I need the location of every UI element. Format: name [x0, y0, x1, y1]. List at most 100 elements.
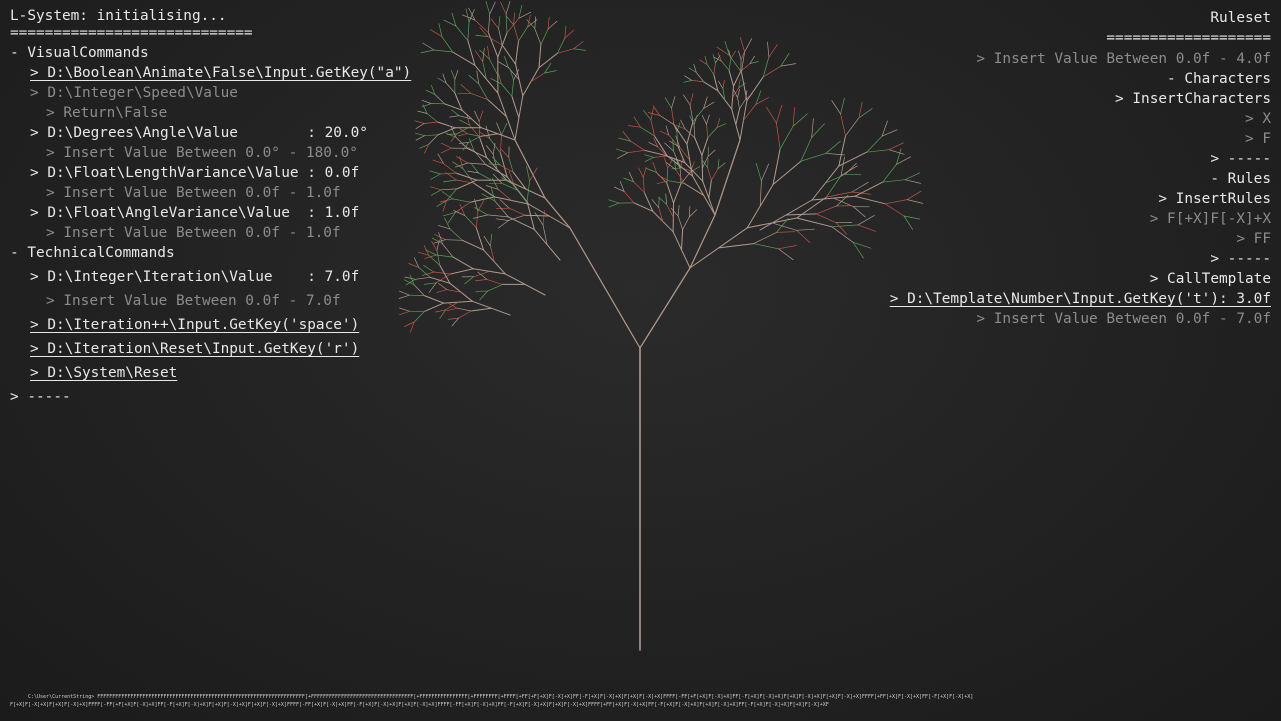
- branch-segment: [495, 218, 509, 221]
- branch-segment: [796, 229, 811, 243]
- branch-segment: [456, 156, 469, 164]
- branch-segment: [440, 172, 457, 175]
- branch-segment: [487, 32, 499, 58]
- branch-segment: [712, 54, 716, 64]
- branch-segment: [720, 60, 730, 71]
- branch-segment: [423, 295, 445, 304]
- branch-segment: [513, 24, 519, 42]
- branch-segment: [458, 142, 469, 144]
- branch-segment: [506, 17, 520, 34]
- branch-segment: [509, 68, 514, 81]
- branch-segment: [487, 36, 503, 46]
- branch-segment: [665, 193, 668, 205]
- branch-segment: [684, 183, 705, 196]
- cmd-iteration-value[interactable]: > D:\Integer\Iteration\Value : 7.0f: [30, 268, 359, 286]
- branch-segment: [623, 191, 635, 204]
- branch-segment: [421, 271, 435, 276]
- branch-segment: [498, 220, 509, 229]
- branch-segment: [688, 209, 698, 218]
- branch-segment: [494, 200, 509, 218]
- branch-segment: [547, 16, 550, 30]
- branch-segment: [677, 215, 683, 231]
- ruleset-title: Ruleset: [1210, 10, 1271, 26]
- branch-segment: [831, 224, 859, 228]
- branch-segment: [487, 214, 509, 218]
- branch-segment: [753, 243, 779, 250]
- branch-segment: [845, 117, 860, 137]
- branch-segment: [904, 172, 920, 181]
- branch-segment: [706, 114, 710, 125]
- branch-segment: [684, 75, 693, 81]
- branch-segment: [768, 44, 778, 58]
- branch-segment: [755, 162, 762, 182]
- branch-segment: [500, 134, 502, 154]
- branch-segment: [673, 157, 677, 171]
- branch-segment: [780, 63, 797, 67]
- branch-segment: [729, 55, 742, 73]
- cmd-insert-rules[interactable]: > InsertRules: [1158, 190, 1271, 208]
- branch-segment: [501, 149, 510, 158]
- branch-segment: [451, 317, 459, 327]
- branch-segment: [642, 166, 647, 178]
- angle-range-hint: > Insert Value Between 0.0° - 180.0°: [46, 145, 358, 161]
- branch-segment: [434, 94, 445, 105]
- branch-segment: [468, 136, 481, 143]
- branch-segment: [467, 162, 486, 165]
- cmd-system-reset[interactable]: > D:\System\Reset: [30, 364, 177, 382]
- branch-segment: [564, 25, 567, 39]
- branch-segment: [643, 109, 652, 121]
- branch-segment: [844, 162, 857, 175]
- branch-segment: [426, 113, 438, 123]
- branch-segment: [498, 28, 503, 46]
- branch-segment: [630, 140, 645, 151]
- branch-segment: [686, 121, 694, 145]
- branch-segment: [852, 241, 872, 249]
- branch-segment: [470, 92, 489, 100]
- branch-segment: [735, 108, 740, 125]
- branch-segment: [573, 41, 584, 50]
- branch-segment: [433, 49, 454, 53]
- cmd-insert-characters[interactable]: > InsertCharacters: [1115, 90, 1271, 108]
- cmd-iteration-reset[interactable]: > D:\Iteration\Reset\Input.GetKey('r'): [30, 340, 359, 358]
- branch-segment: [424, 302, 445, 312]
- branch-segment: [544, 197, 571, 229]
- cmd-speed-value[interactable]: > D:\Integer\Speed\Value: [30, 84, 238, 102]
- branch-segment: [456, 179, 478, 190]
- cmd-angle-variance[interactable]: > D:\Float\AngleVariance\Value : 1.0f: [30, 204, 359, 222]
- branch-segment: [853, 206, 866, 218]
- branch-segment: [831, 100, 841, 115]
- branch-segment: [671, 107, 675, 126]
- branch-segment: [485, 0, 491, 15]
- branch-segment: [840, 113, 846, 137]
- cmd-template-number[interactable]: > D:\Template\Number\Input.GetKey('t'): …: [890, 290, 1271, 308]
- branch-segment: [701, 137, 709, 156]
- branch-segment: [616, 148, 629, 154]
- cmd-length-variance[interactable]: > D:\Float\LengthVariance\Value : 0.0f: [30, 164, 359, 182]
- branch-segment: [672, 138, 674, 152]
- cmd-angle-value[interactable]: > D:\Degrees\Angle\Value : 20.0°: [30, 124, 368, 142]
- branch-segment: [688, 206, 691, 218]
- length-variance-hint: > Insert Value Between 0.0f - 1.0f: [46, 185, 341, 201]
- branch-segment: [717, 162, 726, 170]
- branch-segment: [671, 96, 676, 109]
- branch-segment: [487, 284, 503, 292]
- branch-segment: [664, 97, 672, 109]
- branch-segment: [759, 180, 762, 207]
- cmd-call-template[interactable]: > CallTemplate: [1150, 270, 1271, 288]
- cmd-animate-toggle[interactable]: > D:\Boolean\Animate\False\Input.GetKey(…: [30, 64, 411, 82]
- branch-segment: [430, 173, 441, 180]
- cmd-iteration-increment[interactable]: > D:\Iteration++\Input.GetKey('space'): [30, 316, 359, 334]
- branch-segment: [825, 140, 841, 154]
- branch-segment: [776, 104, 783, 124]
- branch-segment: [469, 196, 496, 203]
- branch-segment: [490, 18, 499, 29]
- branch-segment: [414, 120, 425, 124]
- branch-segment: [906, 199, 924, 204]
- branch-segment: [633, 181, 645, 193]
- branch-segment: [557, 37, 566, 54]
- branch-segment: [475, 35, 489, 37]
- branch-segment: [477, 200, 485, 212]
- section-technical-commands: - TechnicalCommands: [10, 245, 175, 261]
- branch-segment: [744, 38, 753, 53]
- branch-segment: [505, 0, 511, 15]
